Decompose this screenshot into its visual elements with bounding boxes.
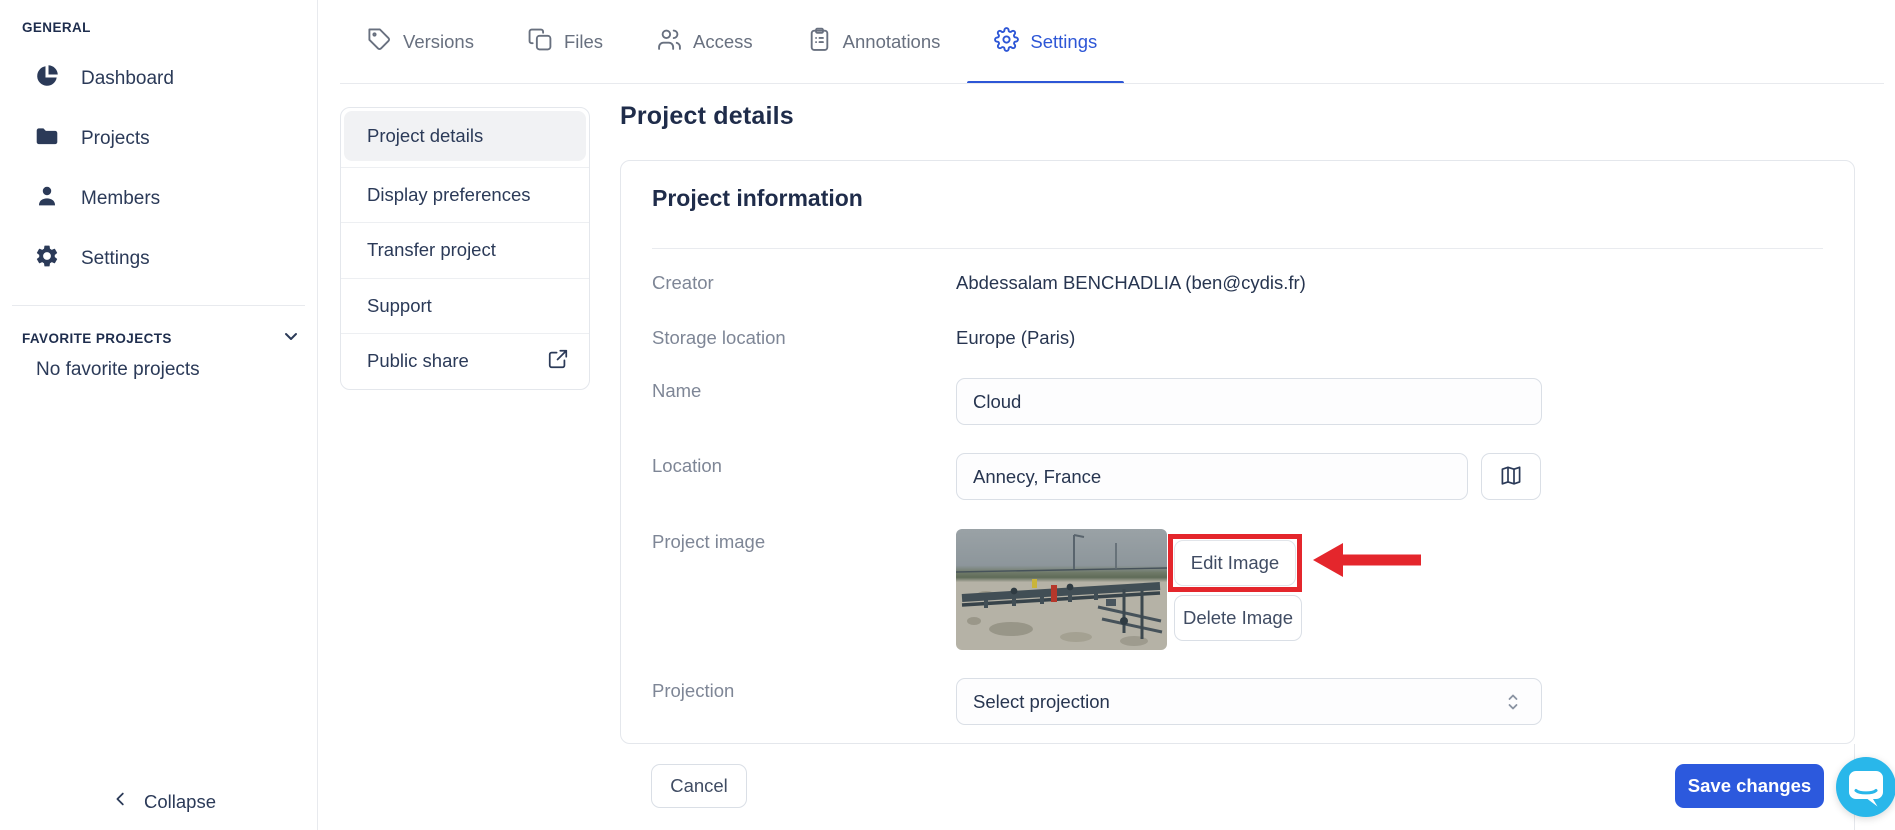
favorites-empty-text: No favorite projects	[36, 359, 200, 380]
tab-versions[interactable]: Versions	[340, 0, 501, 84]
person-icon	[34, 183, 60, 215]
creator-label: Creator	[652, 272, 714, 293]
subnav-label: Public share	[367, 350, 469, 372]
pipeline-site-illustration	[956, 534, 1167, 646]
app-window: GENERAL Dashboard Projects Members Setti…	[0, 0, 1895, 830]
tab-label: Files	[563, 31, 604, 52]
storage-location-row: Storage location Europe (Paris)	[652, 325, 1823, 351]
location-label: Location	[652, 455, 722, 476]
card-divider	[652, 248, 1823, 249]
sidebar-item-label: Settings	[81, 248, 150, 269]
projection-select-value: Select projection	[973, 690, 1110, 712]
settings-subnav: Project details Display preferences Tran…	[340, 107, 590, 390]
form-actions: Cancel Save changes	[620, 764, 1855, 809]
sidebar-item-members[interactable]: Members	[0, 169, 317, 229]
main-content: Project details Project information Crea…	[620, 0, 1855, 830]
edit-image-button[interactable]: Edit Image	[1174, 540, 1296, 586]
projection-label: Projection	[652, 680, 735, 701]
subnav-item-public-share[interactable]: Public share	[341, 333, 589, 389]
sidebar-item-settings[interactable]: Settings	[0, 229, 317, 289]
open-map-button[interactable]	[1481, 453, 1541, 500]
page-title: Project details	[620, 102, 794, 130]
tab-files[interactable]: Files	[501, 0, 630, 84]
annotation-red-box: Edit Image	[1168, 534, 1302, 592]
favorites-section-header[interactable]: FAVORITE PROJECTS	[22, 326, 301, 351]
favorites-section-label: FAVORITE PROJECTS	[22, 331, 172, 346]
name-row: Name	[652, 378, 1823, 425]
sidebar: GENERAL Dashboard Projects Members Setti…	[0, 0, 318, 830]
collapse-label: Collapse	[144, 790, 216, 812]
sidebar-item-label: Projects	[81, 128, 150, 149]
creator-value: Abdessalam BENCHADLIA (ben@cydis.fr)	[956, 272, 1306, 293]
creator-row: Creator Abdessalam BENCHADLIA (ben@cydis…	[652, 270, 1823, 296]
subnav-item-display-preferences[interactable]: Display preferences	[341, 166, 589, 223]
chat-bubble-icon	[1849, 771, 1883, 807]
storage-location-label: Storage location	[652, 327, 786, 348]
subnav-label: Project details	[367, 124, 484, 146]
delete-image-button[interactable]: Delete Image	[1174, 595, 1302, 641]
name-input[interactable]	[956, 378, 1542, 425]
subnav-label: Transfer project	[367, 239, 496, 261]
collapse-button[interactable]: Collapse	[112, 790, 216, 813]
name-label: Name	[652, 380, 702, 401]
chat-launcher-button[interactable]	[1836, 757, 1895, 817]
project-image-row: Project image Edit Image Delete Image	[652, 529, 1823, 650]
save-changes-button[interactable]: Save changes	[1675, 764, 1824, 808]
general-section-label: GENERAL	[22, 20, 91, 35]
external-link-icon	[547, 348, 569, 375]
image-actions: Edit Image Delete Image	[1167, 529, 1823, 650]
copy-icon	[528, 27, 553, 57]
project-image-label: Project image	[652, 531, 766, 552]
tab-label: Versions	[403, 31, 474, 52]
project-information-card: Project information Creator Abdessalam B…	[620, 160, 1855, 744]
select-arrows-icon	[1508, 694, 1518, 709]
folder-icon	[34, 123, 60, 155]
subnav-item-transfer-project[interactable]: Transfer project	[341, 222, 589, 278]
sidebar-item-label: Members	[81, 188, 161, 209]
subnav-item-project-details[interactable]: Project details	[341, 111, 589, 167]
chevron-down-icon[interactable]	[281, 326, 301, 351]
sidebar-nav: Dashboard Projects Members Settings	[0, 49, 317, 289]
card-title: Project information	[652, 185, 863, 211]
storage-location-value: Europe (Paris)	[956, 327, 1076, 348]
sidebar-divider	[12, 305, 305, 306]
sidebar-item-label: Dashboard	[81, 68, 174, 89]
subnav-label: Display preferences	[367, 183, 531, 205]
project-image-thumbnail[interactable]	[956, 529, 1167, 650]
sidebar-item-dashboard[interactable]: Dashboard	[0, 49, 317, 109]
projection-row: Projection Select projection	[652, 678, 1823, 725]
annotation-red-arrow	[1311, 540, 1423, 585]
location-input[interactable]	[956, 453, 1468, 500]
dashboard-pie-icon	[34, 63, 60, 95]
subnav-item-support[interactable]: Support	[341, 277, 589, 334]
subnav-label: Support	[367, 294, 432, 316]
gear-icon	[34, 243, 60, 275]
sidebar-item-projects[interactable]: Projects	[0, 109, 317, 169]
cancel-button[interactable]: Cancel	[651, 764, 747, 808]
map-icon	[1499, 463, 1523, 490]
projection-select[interactable]: Select projection	[956, 678, 1542, 725]
tag-icon	[367, 27, 392, 57]
chevron-left-icon	[112, 790, 130, 813]
location-row: Location	[652, 453, 1823, 500]
